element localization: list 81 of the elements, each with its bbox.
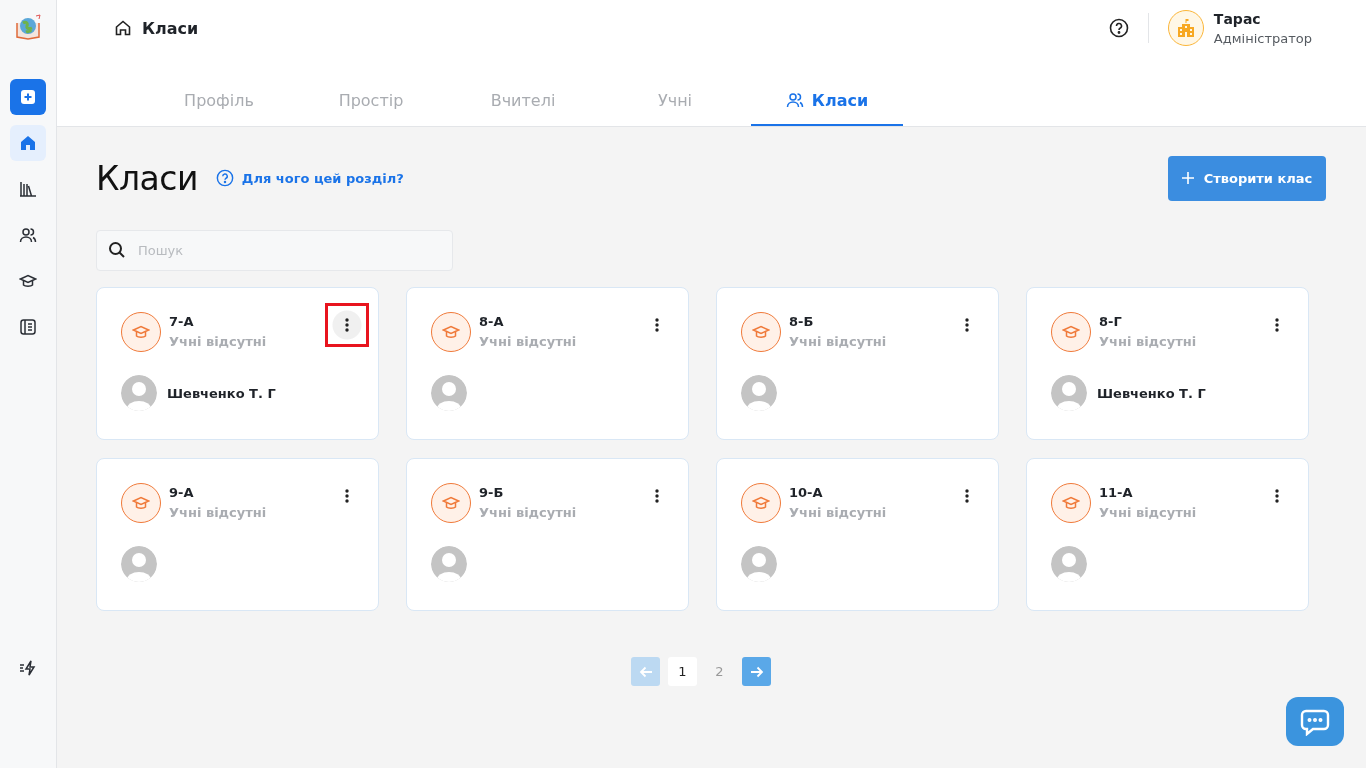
- class-name: 10-А: [789, 485, 824, 500]
- teacher-avatar-icon: [121, 375, 157, 411]
- lightning-icon: [19, 659, 37, 677]
- class-name: 9-А: [169, 485, 195, 500]
- graduation-cap-icon: [442, 494, 460, 512]
- graduation-cap-icon: [19, 272, 37, 290]
- page-title: Класи: [96, 158, 198, 198]
- books-icon: [19, 180, 37, 198]
- class-card[interactable]: 8-Г Учні відсутні Шевченко Т. Г: [1026, 287, 1309, 440]
- school-avatar-icon: [1167, 10, 1204, 46]
- people-icon: [19, 226, 37, 244]
- teacher-name: Шевченко Т. Г: [167, 385, 276, 401]
- next-page-button[interactable]: [742, 657, 771, 686]
- home-icon: [19, 134, 37, 152]
- teacher-avatar-icon: [1051, 546, 1087, 582]
- help-link[interactable]: Для чого цей розділ?: [215, 169, 404, 187]
- graduation-cap-icon: [132, 323, 150, 341]
- kebab-icon: [965, 489, 969, 503]
- class-card[interactable]: 11-А Учні відсутні: [1026, 458, 1309, 611]
- class-status: Учні відсутні: [1099, 505, 1198, 520]
- chat-bubble-icon: [1300, 707, 1330, 736]
- class-card[interactable]: 8-Б Учні відсутні: [716, 287, 999, 440]
- help-icon: [215, 169, 234, 187]
- class-status: Учні відсутні: [169, 505, 268, 520]
- arrow-left-icon: [638, 665, 653, 678]
- graduation-cap-icon: [132, 494, 150, 512]
- people-icon: [785, 91, 804, 109]
- teacher-avatar-icon: [741, 375, 777, 411]
- teacher-avatar-icon: [1051, 375, 1087, 411]
- class-status: Учні відсутні: [789, 334, 888, 349]
- user-name: Тарас: [1213, 10, 1262, 27]
- class-name: 9-Б: [479, 485, 505, 500]
- graduation-cap-icon: [752, 494, 770, 512]
- class-card[interactable]: 10-А Учні відсутні: [716, 458, 999, 611]
- class-card[interactable]: 7-А Учні відсутні Шевченко Т. Г: [96, 287, 379, 440]
- search-field[interactable]: Пошук: [96, 230, 453, 271]
- class-status: Учні відсутні: [479, 505, 578, 520]
- graduation-cap-icon: [1062, 323, 1080, 341]
- user-role: Адміністратор: [1213, 30, 1312, 46]
- tab[interactable]: Класи: [751, 84, 903, 126]
- page-button[interactable]: 1: [668, 657, 697, 686]
- class-name: 8-Г: [1099, 314, 1123, 329]
- teacher-avatar-icon: [121, 546, 157, 582]
- teacher-avatar-icon: [741, 546, 777, 582]
- class-name: 7-А: [169, 314, 195, 329]
- class-status: Учні відсутні: [1099, 334, 1198, 349]
- plus-icon: [1181, 172, 1194, 184]
- class-status: Учні відсутні: [479, 334, 578, 349]
- arrow-right-icon: [749, 665, 764, 678]
- teacher-name: Шевченко Т. Г: [1097, 385, 1206, 401]
- plus-square-icon: [21, 90, 35, 104]
- teacher-avatar-icon: [431, 375, 467, 411]
- class-status: Учні відсутні: [169, 334, 268, 349]
- class-name: 8-А: [479, 314, 505, 329]
- graduation-cap-icon: [442, 323, 460, 341]
- help-button[interactable]: [1108, 18, 1129, 38]
- class-card[interactable]: 9-А Учні відсутні: [96, 458, 379, 611]
- kebab-icon: [345, 489, 349, 503]
- chat-button[interactable]: [1286, 697, 1344, 746]
- class-name: 11-А: [1099, 485, 1134, 500]
- class-card[interactable]: 9-Б Учні відсутні: [406, 458, 689, 611]
- class-card[interactable]: 8-А Учні відсутні: [406, 287, 689, 440]
- class-name: 8-Б: [789, 314, 815, 329]
- search-icon: [108, 241, 126, 259]
- kebab-icon: [1275, 489, 1279, 503]
- globe-book-logo: [14, 13, 42, 41]
- kebab-icon: [1275, 318, 1279, 332]
- kebab-icon: [965, 318, 969, 332]
- add-button[interactable]: [10, 79, 46, 115]
- journal-icon: [19, 318, 37, 336]
- kebab-icon: [655, 489, 659, 503]
- home-icon: [114, 19, 132, 37]
- help-icon: [1108, 18, 1129, 38]
- kebab-icon: [345, 318, 349, 332]
- graduation-cap-icon: [1062, 494, 1080, 512]
- graduation-cap-icon: [752, 323, 770, 341]
- kebab-icon: [655, 318, 659, 332]
- class-status: Учні відсутні: [789, 505, 888, 520]
- more-menu-button[interactable]: [325, 303, 369, 347]
- teacher-avatar-icon: [431, 546, 467, 582]
- breadcrumb: Класи: [142, 18, 199, 38]
